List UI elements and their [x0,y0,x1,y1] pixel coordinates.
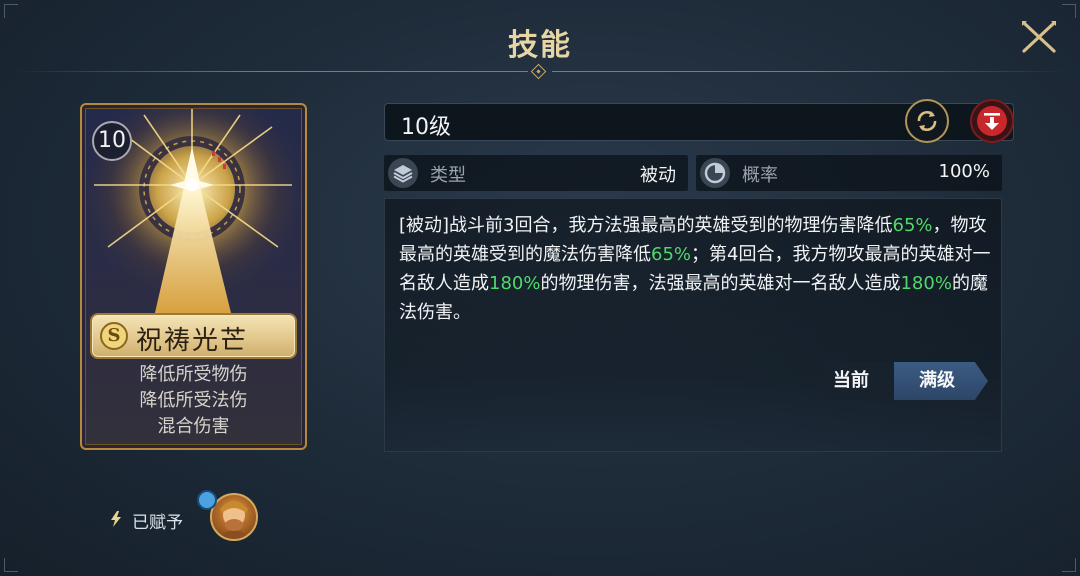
rarity-badge: S [100,322,128,350]
frame-corner [4,558,18,572]
skill-card[interactable]: 10 S 祝祷光芒 降低所受物伤 降低所受法伤 混合伤害 [80,103,307,450]
card-level-badge: 10 [92,121,132,161]
level-toggle: 当前 满级 [808,362,988,400]
skill-tag: 降低所受物伤 [139,364,248,385]
hero-portrait [218,501,250,539]
title-divider [12,71,528,72]
card-name-plate: S 祝祷光芒 [90,313,297,359]
close-button[interactable] [1020,20,1058,54]
desc-highlight: 180% [489,273,541,294]
skill-tag: 混合伤害 [157,416,230,437]
close-x-icon [1022,21,1056,53]
page-title: 技能 [508,28,572,63]
max-level-tab[interactable]: 满级 [894,362,988,400]
title-ornament [530,63,547,80]
current-level-tab[interactable]: 当前 [808,362,894,400]
refresh-button[interactable] [905,99,949,143]
pie-chart-icon [700,158,730,188]
desc-highlight: 180% [900,273,952,294]
frame-corner [1062,4,1076,18]
skill-description-box: [被动]战斗前3回合，我方法强最高的英雄受到的物理伤害降低65%，物攻最高的英雄… [384,198,1002,452]
desc-segment: 的物理伤害，法强最高的英雄对一名敌人造成 [540,273,901,294]
skill-type-row: 类型 被动 [384,155,688,191]
skill-description: [被动]战斗前3回合，我方法强最高的英雄受到的物理伤害降低65%，物攻最高的英雄… [399,211,995,327]
hero-avatar[interactable] [210,493,258,541]
desc-highlight: 65% [651,244,692,265]
layers-icon [388,158,418,188]
frame-corner [4,4,18,18]
hero-element-icon [197,490,217,510]
skill-tags: 降低所受物伤 降低所受法伤 混合伤害 [82,362,305,440]
desc-highlight: 65% [892,215,933,236]
bestowed-label: 已赋予 [132,513,183,533]
lightning-icon [111,511,121,527]
title-divider [552,71,1068,72]
desc-segment: [被动]战斗前3回合，我方法强最高的英雄受到的物理伤害降低 [399,215,893,236]
download-button[interactable] [970,99,1014,143]
chance-value: 100% [938,161,990,182]
refresh-icon [917,110,937,132]
type-value: 被动 [640,165,676,186]
skill-chance-row: 概率 100% [696,155,1002,191]
type-label: 类型 [430,165,466,186]
chance-label: 概率 [742,165,778,186]
download-arrow-icon [977,106,1007,136]
frame-corner [1062,558,1076,572]
skill-tag: 降低所受法伤 [139,390,248,411]
skill-level-label: 10级 [401,115,451,140]
skill-name: 祝祷光芒 [136,326,249,356]
